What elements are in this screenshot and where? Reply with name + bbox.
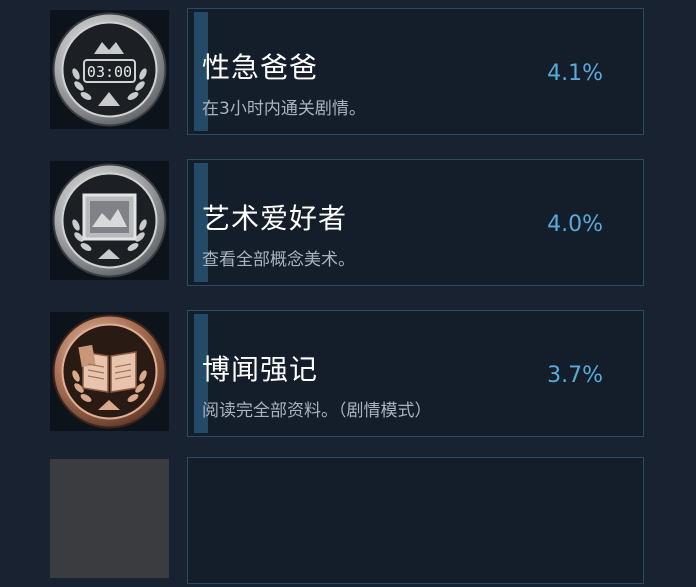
achievement-row[interactable]: 博闻强记 阅读完全部资料。（剧情模式） 3.7% [0,310,696,440]
achievement-row[interactable]: 艺术爱好者 查看全部概念美术。 4.0% [0,159,696,289]
achievement-percent: 4.0% [547,212,603,237]
achievement-card[interactable]: 性急爸爸 在3小时内通关剧情。 4.1% [187,8,644,135]
achievement-title: 艺术爱好者 [202,202,348,235]
achievement-description: 在3小时内通关剧情。 [202,99,366,119]
achievement-card[interactable]: 艺术爱好者 查看全部概念美术。 4.0% [187,159,644,286]
achievement-percent: 4.1% [547,61,603,86]
achievement-row[interactable] [0,457,696,587]
achievement-description: 阅读完全部资料。（剧情模式） [202,401,432,421]
achievement-card[interactable]: 博闻强记 阅读完全部资料。（剧情模式） 3.7% [187,310,644,437]
achievement-description: 查看全部概念美术。 [202,250,355,270]
achievement-title: 博闻强记 [202,353,319,386]
achievement-card[interactable] [187,457,644,584]
picture-frame-icon [50,161,169,280]
achievement-percent: 3.7% [547,363,603,388]
badge-clock-text: 03:00 [87,63,132,81]
badge-icon [50,459,169,578]
achievement-title: 性急爸爸 [202,51,319,84]
achievement-row[interactable]: 03:00 性急爸爸 在3小时内通关剧情。 4.1% [0,8,696,138]
clock-0300-icon: 03:00 [50,10,169,129]
open-book-icon [50,312,169,431]
